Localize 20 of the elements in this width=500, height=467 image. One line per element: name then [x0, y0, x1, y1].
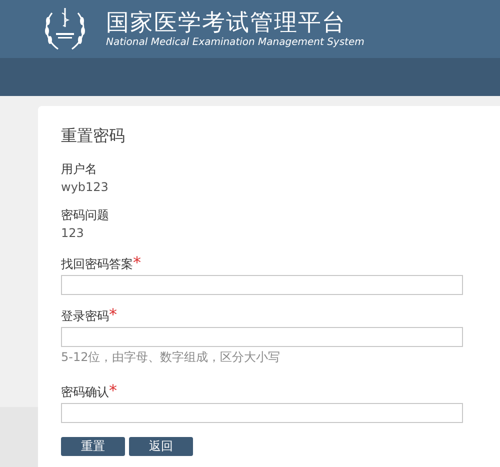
required-mark: * — [109, 381, 117, 400]
side-panel — [0, 407, 38, 467]
field-value: wyb123 — [61, 179, 110, 195]
input-field[interactable] — [61, 327, 463, 347]
field-label: 密码确认 — [61, 385, 109, 399]
required-mark: * — [133, 253, 141, 272]
required-mark: * — [109, 305, 117, 324]
field-label: 找回密码答案 — [61, 257, 133, 271]
site-subtitle: National Medical Examination Management System — [106, 37, 364, 49]
field-value: 123 — [61, 225, 85, 241]
site-title: 国家医学考试管理平台 — [106, 9, 347, 37]
input-field[interactable] — [61, 403, 463, 423]
field-label: 密码问题 — [61, 207, 110, 223]
form-title: 重置密码 — [61, 126, 126, 147]
field-hint: 5-12位，由字母、数字组成，区分大小写 — [61, 349, 282, 365]
reset-button[interactable]: 重置 — [61, 437, 125, 456]
input-field[interactable] — [61, 275, 463, 295]
field-label: 用户名 — [61, 161, 98, 177]
back-button[interactable]: 返回 — [129, 437, 193, 456]
field-label: 登录密码 — [61, 309, 109, 323]
